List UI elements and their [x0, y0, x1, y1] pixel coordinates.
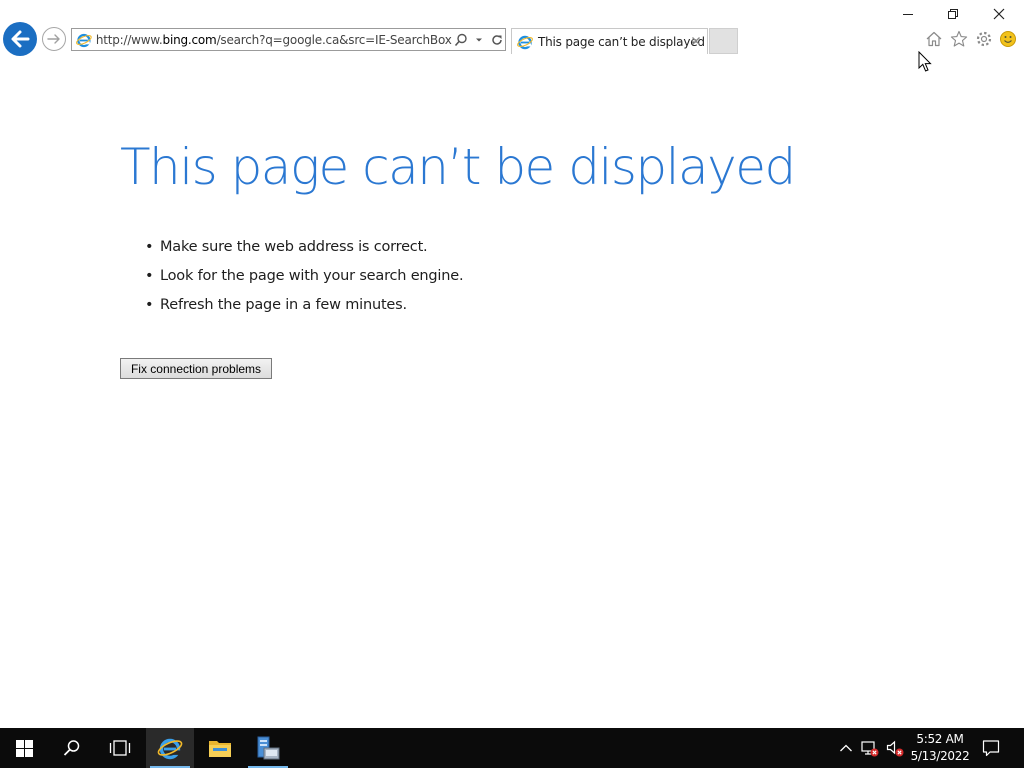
system-clock[interactable]: 5:52 AM 5/13/2022	[905, 731, 975, 765]
close-window-button[interactable]	[984, 4, 1014, 24]
mouse-cursor-icon	[918, 51, 932, 72]
notification-icon[interactable]	[982, 739, 1000, 757]
search-button[interactable]	[48, 728, 96, 768]
network-error-icon[interactable]	[861, 739, 879, 757]
tab-active[interactable]: This page can’t be displayed	[511, 28, 708, 54]
bullet: •	[145, 268, 154, 284]
close-tab-icon[interactable]	[689, 34, 703, 48]
list-item: • Make sure the web address is correct.	[145, 236, 463, 265]
search-icon[interactable]	[454, 32, 470, 48]
minimize-icon	[903, 14, 913, 15]
url-rest: /search?q=google.ca&src=IE-SearchBox&FOI	[216, 32, 452, 47]
ie-logo-icon	[517, 35, 533, 49]
star-icon[interactable]	[949, 29, 969, 49]
tip-text: Refresh the page in a few minutes.	[160, 297, 407, 313]
back-arrow-icon	[11, 30, 30, 48]
chevron-down-icon[interactable]	[471, 32, 487, 48]
bullet: •	[145, 297, 154, 313]
close-icon	[993, 8, 1005, 20]
tip-text: Look for the page with your search engin…	[160, 268, 464, 284]
tab-title: This page can’t be displayed	[538, 34, 705, 49]
task-view-icon	[109, 740, 131, 756]
start-icon	[15, 739, 33, 757]
url-domain: bing.com	[162, 32, 217, 47]
taskbar-file-explorer[interactable]	[196, 728, 244, 768]
restore-button[interactable]	[938, 4, 968, 24]
minimize-button[interactable]	[893, 4, 923, 24]
forward-button[interactable]	[42, 27, 66, 51]
search-icon	[63, 740, 80, 756]
internet-explorer-icon	[157, 738, 183, 760]
tip-text: Make sure the web address is correct.	[160, 239, 428, 255]
tips-list: • Make sure the web address is correct. •…	[145, 236, 464, 323]
chevron-up-icon[interactable]	[837, 739, 855, 757]
page-title: This page can’t be displayed	[120, 138, 796, 196]
address-bar[interactable]: http://www.bing.com/search?q=google.ca&s…	[71, 28, 506, 51]
url-prefix: http://www.	[95, 32, 163, 47]
volume-muted-icon[interactable]	[886, 739, 904, 757]
taskbar-server-manager[interactable]	[244, 728, 292, 768]
clock-time: 5:52 AM	[916, 732, 964, 746]
back-button[interactable]	[3, 22, 37, 56]
browser-toolbar: http://www.bing.com/search?q=google.ca&s…	[0, 0, 1024, 60]
ie-logo-icon	[76, 33, 92, 47]
gear-icon[interactable]	[974, 29, 994, 49]
address-url[interactable]: http://www.bing.com/search?q=google.ca&s…	[96, 33, 452, 47]
taskbar: 5:52 AM 5/13/2022	[0, 728, 1024, 768]
start-button[interactable]	[0, 728, 48, 768]
bullet: •	[145, 239, 154, 255]
list-item: • Look for the page with your search engi…	[145, 265, 464, 294]
forward-arrow-icon	[47, 34, 60, 44]
new-tab-button[interactable]	[709, 28, 738, 54]
smiley-icon[interactable]	[998, 29, 1018, 49]
refresh-icon[interactable]	[489, 32, 505, 48]
taskbar-internet-explorer[interactable]	[146, 728, 194, 768]
clock-date: 5/13/2022	[910, 749, 970, 763]
task-view-button[interactable]	[96, 728, 144, 768]
file-explorer-icon	[209, 741, 231, 757]
restore-icon	[948, 9, 958, 19]
fix-connection-button[interactable]: Fix connection problems	[120, 358, 272, 379]
home-icon[interactable]	[924, 29, 944, 49]
list-item: • Refresh the page in a few minutes.	[145, 294, 463, 323]
server-manager-icon	[257, 736, 280, 760]
